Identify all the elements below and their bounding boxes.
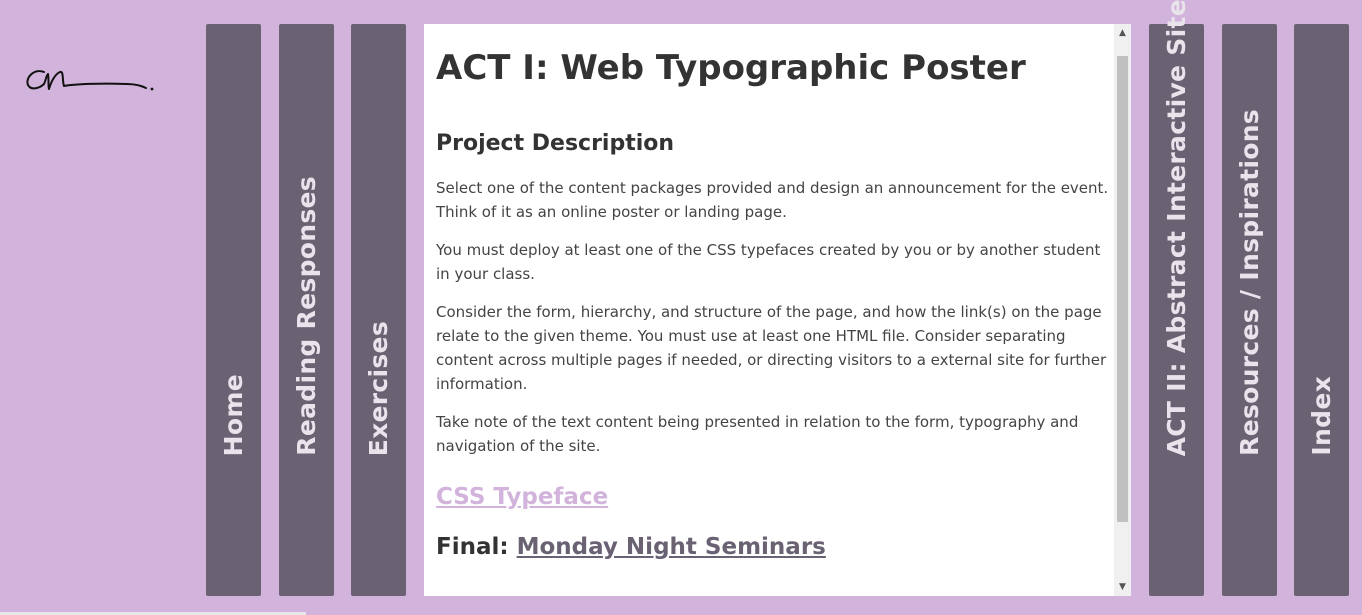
scrollbar-thumb[interactable] xyxy=(1117,56,1128,522)
nav-tab-reading-responses[interactable]: Reading Responses xyxy=(279,24,334,596)
css-typeface-link[interactable]: CSS Typeface xyxy=(436,484,1116,510)
nav-tab-label: Index xyxy=(1307,376,1336,456)
content-area: ACT I: Web Typographic Poster Project De… xyxy=(436,24,1116,560)
nav-tab-home[interactable]: Home xyxy=(206,24,261,596)
scrollbar[interactable]: ▲ ▼ xyxy=(1114,24,1131,596)
monday-night-seminars-link[interactable]: Monday Night Seminars xyxy=(517,534,826,560)
scroll-down-arrow-icon[interactable]: ▼ xyxy=(1114,580,1131,594)
nav-tab-label: Exercises xyxy=(364,320,393,456)
content-panel: ACT I: Web Typographic Poster Project De… xyxy=(424,24,1131,596)
nav-tab-label: Home xyxy=(219,373,248,456)
paragraph: Select one of the content packages provi… xyxy=(436,178,1109,221)
final-line: Final: Monday Night Seminars xyxy=(436,534,1116,560)
final-label: Final: xyxy=(436,533,509,560)
nav-tab-act-ii[interactable]: ACT II: Abstract Interactive Site xyxy=(1149,0,1204,596)
nav-tab-label: Resources / Inspirations xyxy=(1235,109,1264,456)
paragraph: Take note of the text content being pres… xyxy=(436,412,1079,455)
scroll-up-arrow-icon[interactable]: ▲ xyxy=(1114,26,1131,40)
logo[interactable] xyxy=(22,58,162,102)
section-heading: Project Description xyxy=(436,131,675,157)
nav-tab-exercises[interactable]: Exercises xyxy=(351,24,406,596)
nav-tab-index[interactable]: Index xyxy=(1294,24,1349,596)
nav-tab-label: Reading Responses xyxy=(292,176,321,456)
paragraph: You must deploy at least one of the CSS … xyxy=(436,240,1101,283)
paragraph: Consider the form, hierarchy, and struct… xyxy=(436,302,1107,393)
nav-tab-resources[interactable]: Resources / Inspirations xyxy=(1222,24,1277,596)
nav-tab-label: ACT II: Abstract Interactive Site xyxy=(1162,0,1191,456)
page-title: ACT I: Web Typographic Poster xyxy=(436,48,1026,88)
